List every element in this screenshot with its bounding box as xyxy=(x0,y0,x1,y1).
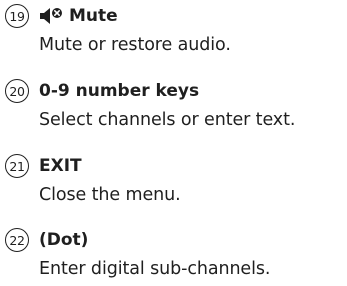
mute-icon xyxy=(39,7,63,25)
entry-description: Select channels or enter text. xyxy=(39,110,296,130)
entry-description: Enter digital sub-channels. xyxy=(39,259,271,279)
entry-title: EXIT xyxy=(39,156,82,176)
entry-description: Close the menu. xyxy=(39,185,181,205)
entry-title-text: Mute xyxy=(69,6,118,26)
entry-description: Mute or restore audio. xyxy=(39,35,231,55)
entry-title: (Dot) xyxy=(39,230,89,250)
entry-title: Mute xyxy=(39,5,118,27)
entry-title: 0-9 number keys xyxy=(39,81,200,101)
item-number-badge: 22 xyxy=(5,228,29,252)
item-number-badge: 20 xyxy=(5,79,29,103)
item-number-badge: 19 xyxy=(5,4,29,28)
item-number-badge: 21 xyxy=(5,154,29,178)
